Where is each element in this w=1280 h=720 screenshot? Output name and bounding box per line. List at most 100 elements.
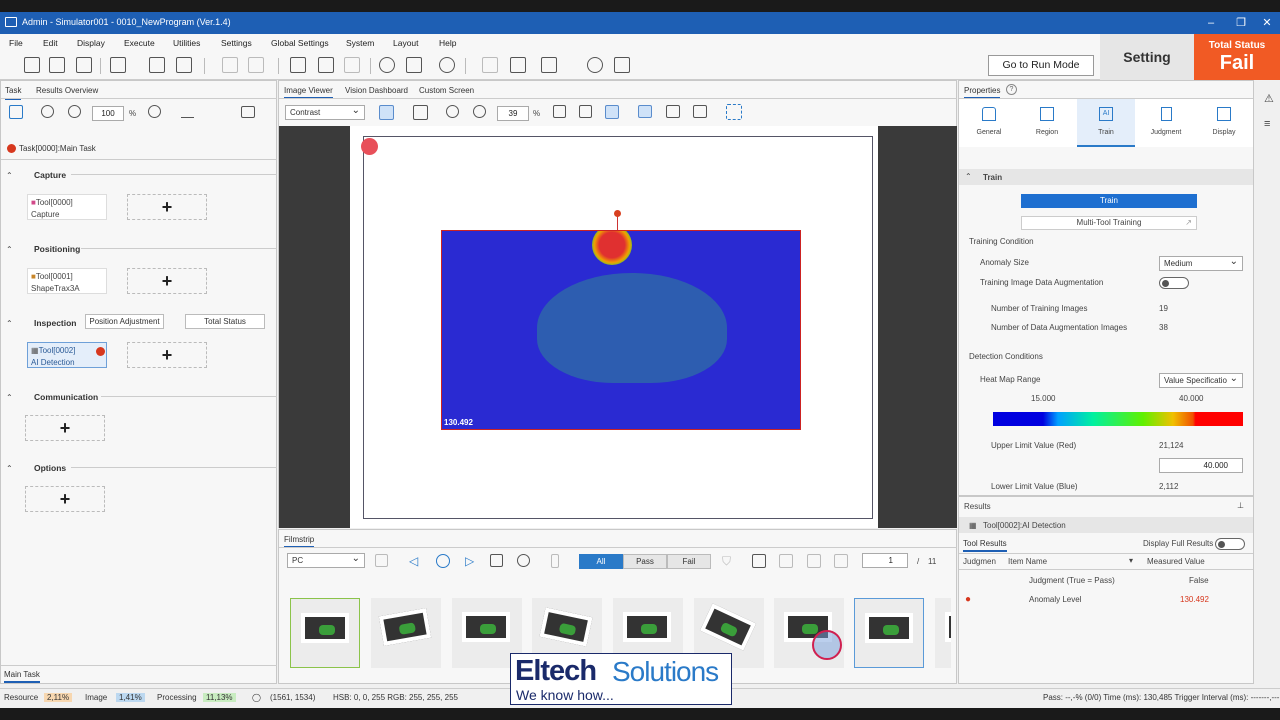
redo-icon[interactable] (248, 57, 264, 73)
add-tool-button[interactable]: + (127, 194, 207, 220)
thumbnail[interactable] (854, 598, 924, 668)
open-icon[interactable] (49, 57, 65, 73)
filter-icon[interactable]: ▾ (1129, 556, 1133, 565)
tab-main-task[interactable]: Main Task (4, 670, 40, 683)
zoom-out-icon[interactable] (446, 105, 459, 118)
thumbnail[interactable] (290, 598, 360, 668)
camera-icon[interactable] (379, 57, 395, 73)
refresh-icon[interactable] (148, 105, 161, 118)
fit-window-icon[interactable] (553, 105, 566, 118)
heatmap-range-select[interactable]: Value Specificatio (1159, 373, 1243, 388)
layout-icon[interactable] (482, 57, 498, 73)
tab-custom-screen[interactable]: Custom Screen (419, 86, 474, 95)
viewer-zoom-input[interactable]: 39 (497, 106, 529, 121)
image-canvas[interactable]: 130.492 (279, 126, 957, 528)
filter-all-button[interactable]: All (579, 554, 623, 569)
zoom-in-icon[interactable] (473, 105, 486, 118)
menu-global-settings[interactable]: Global Settings (271, 38, 329, 48)
tool-ai-detection-card[interactable]: ▦Tool[0002] AI Detection (27, 342, 107, 368)
augmentation-toggle[interactable] (1159, 277, 1189, 289)
image-list-icon[interactable] (406, 57, 422, 73)
section-capture[interactable]: Capture (34, 170, 66, 180)
tool-capture-card[interactable]: ■Tool[0000] Capture (27, 194, 107, 220)
delete-image-icon[interactable] (807, 554, 821, 568)
tab-train[interactable]: AI Train (1077, 99, 1135, 147)
tab-results-overview[interactable]: Results Overview (36, 86, 98, 95)
section-communication[interactable]: Communication (34, 392, 98, 402)
go-to-run-mode-button[interactable]: Go to Run Mode (988, 55, 1094, 76)
copy-image-icon[interactable] (779, 554, 793, 568)
task-tree-icon[interactable] (9, 105, 23, 119)
menu-settings[interactable]: Settings (221, 38, 252, 48)
tab-display[interactable]: Display (1201, 107, 1247, 136)
menu-file[interactable]: File (9, 38, 23, 48)
region-select-icon[interactable] (726, 104, 742, 120)
tool-shapetrax-card[interactable]: ■Tool[0001] ShapeTrax3A (27, 268, 107, 294)
menu-system[interactable]: System (346, 38, 374, 48)
image-source-select[interactable]: PC (287, 553, 365, 568)
menu-help[interactable]: Help (439, 38, 456, 48)
multi-tool-training-button[interactable]: Multi-Tool Training ↗ (1021, 216, 1197, 230)
task-zoom-input[interactable]: 100 (92, 106, 124, 121)
play-icon[interactable] (436, 554, 450, 568)
tab-general[interactable]: General (967, 107, 1011, 136)
download-icon[interactable] (176, 57, 192, 73)
help-icon[interactable]: ? (1006, 84, 1017, 95)
next-icon[interactable]: ▷ (465, 554, 474, 568)
add-tool-button[interactable]: + (25, 486, 105, 512)
train-button[interactable]: Train (1021, 194, 1197, 208)
position-adjustment-button[interactable]: Position Adjustment (85, 314, 164, 329)
add-tool-button[interactable]: + (25, 415, 105, 441)
pin-icon[interactable]: ⊥ (1237, 501, 1244, 510)
display-mode-select[interactable]: Contrast (285, 105, 365, 120)
fit-icon[interactable] (379, 105, 394, 120)
section-positioning[interactable]: Positioning (34, 244, 80, 254)
menu-utilities[interactable]: Utilities (173, 38, 200, 48)
image-settings-icon[interactable] (752, 554, 766, 568)
run-image-icon[interactable] (344, 57, 360, 73)
add-tool-button[interactable]: + (127, 268, 207, 294)
io-icon[interactable] (510, 57, 526, 73)
menu-layout[interactable]: Layout (393, 38, 419, 48)
zoom-out-icon[interactable] (41, 105, 54, 118)
filter-pass-button[interactable]: Pass (623, 554, 667, 569)
refresh-images-icon[interactable] (834, 554, 848, 568)
user-icon[interactable] (541, 57, 557, 73)
previous-icon[interactable]: ◁ (409, 554, 418, 568)
support-icon[interactable] (614, 57, 630, 73)
new-icon[interactable] (24, 57, 40, 73)
save-icon[interactable] (76, 57, 92, 73)
add-tool-button[interactable]: + (127, 342, 207, 368)
train-section-header[interactable]: ⌃ Train (959, 169, 1253, 185)
rotation-handle[interactable] (614, 210, 621, 217)
run-all-icon[interactable] (318, 57, 334, 73)
thumbnail[interactable] (774, 598, 844, 668)
menu-display[interactable]: Display (77, 38, 105, 48)
undo-icon[interactable] (222, 57, 238, 73)
list-icon[interactable]: ≡ (1264, 118, 1270, 130)
minimize-icon[interactable]: – (1196, 15, 1226, 31)
tab-vision-dashboard[interactable]: Vision Dashboard (345, 86, 408, 95)
record-icon[interactable] (517, 554, 530, 567)
screenshot-icon[interactable] (413, 105, 428, 120)
section-options[interactable]: Options (34, 463, 66, 473)
save-image-icon[interactable] (375, 554, 388, 567)
select-icon[interactable] (551, 554, 559, 568)
total-status-button[interactable]: Total Status (185, 314, 265, 329)
heatmap-color-bar[interactable] (993, 412, 1243, 426)
anomaly-size-select[interactable]: Medium (1159, 256, 1243, 271)
capture-icon[interactable] (490, 554, 503, 567)
overlay-icon[interactable] (605, 105, 619, 119)
actual-size-icon[interactable] (579, 105, 592, 118)
zoom-in-icon[interactable] (68, 105, 81, 118)
help-icon[interactable] (587, 57, 603, 73)
alert-icon[interactable]: ⚠ (1264, 92, 1274, 105)
close-icon[interactable]: ✕ (1252, 15, 1280, 31)
list-view-icon[interactable] (241, 106, 255, 118)
single-view-icon[interactable] (638, 105, 652, 118)
section-inspection[interactable]: Inspection (34, 318, 77, 328)
menu-execute[interactable]: Execute (124, 38, 155, 48)
export-icon[interactable] (110, 57, 126, 73)
trigger-icon[interactable] (439, 57, 455, 73)
main-task-label[interactable]: Task[0000]:Main Task (19, 144, 96, 153)
